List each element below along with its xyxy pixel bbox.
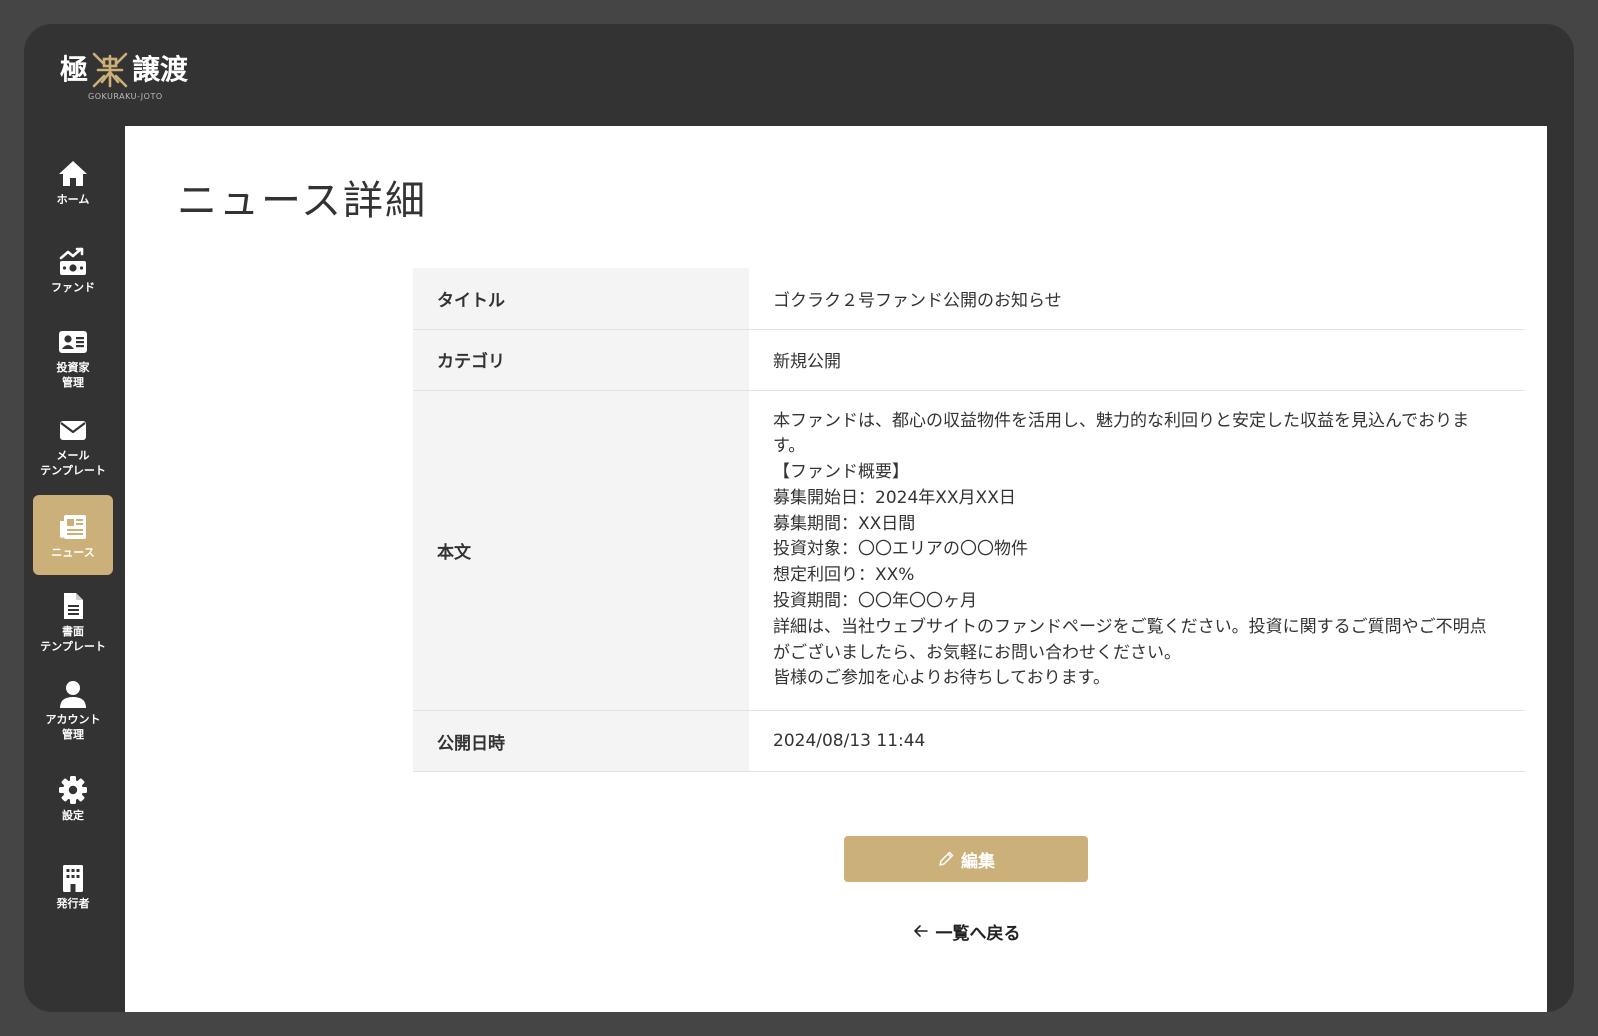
edit-button[interactable]: 編集 bbox=[844, 836, 1088, 882]
logo-text-left: 極 bbox=[60, 53, 89, 86]
detail-table: タイトル ゴクラク２号ファンド公開のお知らせ カテゴリ 新規公開 本文 本ファン… bbox=[413, 268, 1525, 773]
detail-label: 本文 bbox=[413, 390, 749, 712]
detail-row-category: カテゴリ 新規公開 bbox=[413, 329, 1525, 391]
back-to-list-link[interactable]: 一覧へ戻る bbox=[844, 918, 1088, 944]
sidebar-item-settings[interactable]: 設定 bbox=[33, 758, 113, 838]
sidebar-item-label: アカウント 管理 bbox=[45, 713, 101, 741]
back-link-label: 一覧へ戻る bbox=[935, 923, 1021, 944]
mail-icon bbox=[60, 421, 86, 440]
sidebar-item-news[interactable]: ニュース bbox=[33, 495, 113, 575]
home-icon bbox=[59, 160, 87, 186]
detail-label: タイトル bbox=[413, 268, 749, 330]
user-icon bbox=[60, 681, 86, 708]
edit-button-label: 編集 bbox=[961, 851, 995, 872]
arrow-left-icon bbox=[913, 925, 928, 937]
fund-icon bbox=[59, 247, 86, 275]
top-bar: 極 譲渡 GOKURAKU-JOTO bbox=[24, 24, 1574, 126]
logo-row: 極 譲渡 bbox=[60, 50, 210, 90]
newspaper-icon bbox=[60, 514, 86, 539]
detail-value: 2024/08/13 11:44 bbox=[749, 710, 1525, 773]
detail-row-body: 本文 本ファンドは、都心の収益物件を活用し、魅力的な利回りと安定した収益を見込ん… bbox=[413, 390, 1525, 712]
sidebar-item-account[interactable]: アカウント 管理 bbox=[33, 670, 113, 750]
app-window: 極 譲渡 GOKURAKU-JOTO ホーム ファンド 投資家 管理 メール テ… bbox=[24, 24, 1574, 1012]
detail-label: カテゴリ bbox=[413, 329, 749, 391]
document-icon bbox=[64, 593, 83, 619]
main-content: ニュース詳細 タイトル ゴクラク２号ファンド公開のお知らせ カテゴリ 新規公開 … bbox=[125, 126, 1547, 1012]
sidebar-item-fund[interactable]: ファンド bbox=[33, 230, 113, 310]
logo[interactable]: 極 譲渡 GOKURAKU-JOTO bbox=[60, 50, 210, 106]
sidebar-item-home[interactable]: ホーム bbox=[33, 142, 113, 222]
detail-row-published-at: 公開日時 2024/08/13 11:44 bbox=[413, 710, 1525, 773]
sidebar-item-mail-template[interactable]: メール テンプレート bbox=[33, 406, 113, 486]
sidebar: ホーム ファンド 投資家 管理 メール テンプレート ニュース 書面 テンプレー… bbox=[24, 126, 125, 1012]
sidebar-item-investor[interactable]: 投資家 管理 bbox=[33, 318, 113, 398]
sidebar-item-label: ホーム bbox=[56, 192, 90, 206]
gear-icon bbox=[59, 775, 87, 804]
pencil-icon bbox=[939, 851, 954, 866]
sidebar-item-label: 発行者 bbox=[56, 896, 90, 910]
sidebar-item-label: 設定 bbox=[62, 808, 84, 822]
sidebar-item-label: ニュース bbox=[51, 545, 95, 559]
detail-label: 公開日時 bbox=[413, 710, 749, 773]
logo-mark-icon bbox=[92, 52, 128, 88]
building-icon bbox=[63, 864, 83, 892]
logo-text-right: 譲渡 bbox=[132, 53, 189, 86]
sidebar-item-label: ファンド bbox=[51, 280, 95, 294]
page-title: ニュース詳細 bbox=[177, 178, 427, 224]
sidebar-item-label: 投資家 管理 bbox=[56, 361, 90, 389]
detail-row-title: タイトル ゴクラク２号ファンド公開のお知らせ bbox=[413, 268, 1525, 330]
sidebar-item-issuer[interactable]: 発行者 bbox=[33, 846, 113, 926]
sidebar-item-document-template[interactable]: 書面 テンプレート bbox=[33, 582, 113, 662]
sidebar-item-label: メール テンプレート bbox=[40, 449, 106, 477]
detail-value: 本ファンドは、都心の収益物件を活用し、魅力的な利回りと安定した収益を見込んでおり… bbox=[749, 390, 1525, 712]
investor-card-icon bbox=[59, 331, 87, 353]
detail-value: ゴクラク２号ファンド公開のお知らせ bbox=[749, 268, 1525, 330]
sidebar-item-label: 書面 テンプレート bbox=[40, 625, 106, 653]
detail-value: 新規公開 bbox=[749, 329, 1525, 391]
logo-subtitle: GOKURAKU-JOTO bbox=[88, 92, 163, 101]
